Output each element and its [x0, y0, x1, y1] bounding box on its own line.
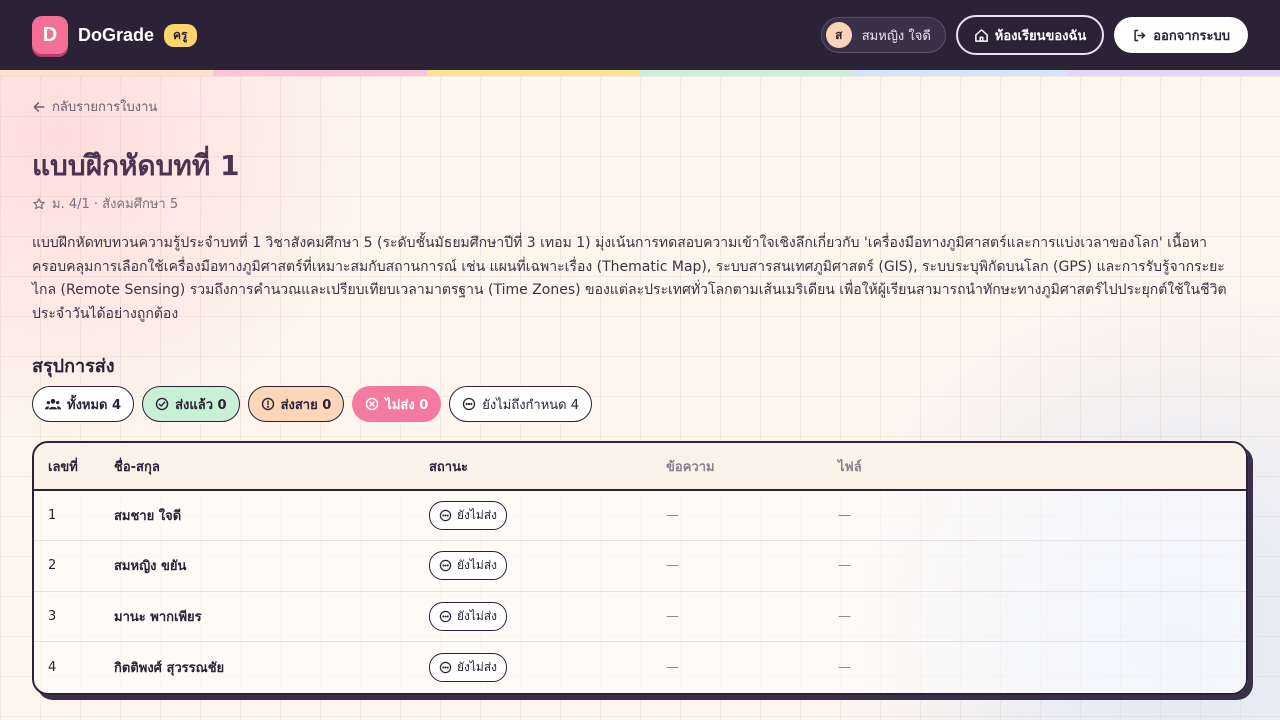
status-badge: ยังไม่ส่ง: [429, 551, 508, 581]
filter-all-chip[interactable]: ทั้งหมด 4: [32, 386, 135, 422]
student-name: กิตติพงศ์ สุวรรณชัย: [114, 660, 225, 676]
home-icon: [974, 28, 989, 43]
row-number: 2: [48, 558, 57, 574]
student-name: มานะ พากเพียร: [114, 609, 202, 625]
status-badge: ยังไม่ส่ง: [429, 601, 508, 631]
check-circle-icon: [155, 397, 169, 411]
user-chip[interactable]: ส สมหญิง ใจดี: [820, 17, 946, 53]
header-file[interactable]: ไฟล์: [838, 443, 1246, 490]
header-message[interactable]: ข้อความ: [666, 443, 838, 490]
rainbow-strip: [0, 70, 1280, 76]
message-cell: —: [666, 608, 679, 624]
star-icon: [32, 197, 46, 211]
status-cell: ยังไม่ส่ง: [429, 642, 666, 693]
rainbow-segment: [213, 70, 427, 76]
file-cell: —: [838, 608, 851, 624]
status-label: ยังไม่ส่ง: [457, 608, 498, 623]
summary-filters: ทั้งหมด 4 ส่งแล้ว 0 ส่งสาย 0 ไม่ส่ง 0 ยั…: [32, 386, 593, 422]
avatar: ส: [825, 22, 852, 48]
logout-icon: [1132, 28, 1147, 43]
assignment-meta-text: ม. 4/1 · สังคมศึกษา 5: [52, 197, 179, 212]
rainbow-segment: [853, 70, 1067, 76]
table-header-row: เลขที่ ชื่อ-สกุล สถานะ ข้อความ ไฟล์: [34, 443, 1246, 490]
file-cell: —: [838, 659, 851, 675]
submissions-table: เลขที่ ชื่อ-สกุล สถานะ ข้อความ ไฟล์ 1 สม…: [34, 443, 1246, 692]
filter-late-chip[interactable]: ส่งสาย 0: [247, 386, 345, 422]
status-badge: ยังไม่ส่ง: [429, 501, 508, 530]
dots-circle-icon: [462, 397, 476, 411]
submissions-table-card: เลขที่ ชื่อ-สกุล สถานะ ข้อความ ไฟล์ 1 สม…: [32, 441, 1248, 695]
header-name[interactable]: ชื่อ-สกุล: [114, 443, 429, 490]
status-cell: ยังไม่ส่ง: [429, 591, 666, 642]
student-name: สมชาย ใจดี: [114, 509, 182, 524]
table-row[interactable]: 1 สมชาย ใจดี ยังไม่ส่ง — —: [34, 490, 1246, 541]
filter-pending-chip[interactable]: ยังไม่ถึงกำหนด 4: [449, 386, 593, 422]
status-cell: ยังไม่ส่ง: [429, 490, 666, 541]
status-label: ยังไม่ส่ง: [457, 558, 498, 573]
my-class-label: ห้องเรียนของฉัน: [994, 28, 1087, 44]
filter-missing-label: ไม่ส่ง 0: [385, 397, 429, 413]
filter-submitted-label: ส่งแล้ว 0: [175, 397, 227, 413]
alert-circle-icon: [261, 397, 275, 411]
dots-circle-icon: [439, 610, 452, 623]
student-name: สมหญิง ขยัน: [114, 559, 187, 575]
message-cell: —: [666, 558, 679, 574]
page-title: แบบฝึกหัดบทที่ 1: [32, 149, 240, 182]
header-status[interactable]: สถานะ: [429, 443, 666, 490]
logout-button[interactable]: ออกจากระบบ: [1114, 17, 1248, 53]
filter-all-label: ทั้งหมด 4: [67, 397, 122, 413]
brand-name: DoGrade: [78, 24, 155, 45]
x-circle-icon: [365, 397, 379, 411]
message-cell: —: [666, 508, 679, 523]
status-badge: ยังไม่ส่ง: [429, 652, 508, 682]
back-label: กลับรายการใบงาน: [52, 100, 158, 115]
arrow-left-icon: [32, 100, 46, 114]
table-row[interactable]: 2 สมหญิง ขยัน ยังไม่ส่ง — —: [34, 541, 1246, 592]
filter-late-label: ส่งสาย 0: [280, 397, 332, 413]
my-class-button[interactable]: ห้องเรียนของฉัน: [955, 15, 1105, 55]
dots-circle-icon: [439, 661, 452, 674]
logout-label: ออกจากระบบ: [1153, 28, 1230, 44]
assignment-description: แบบฝึกหัดทบทวนความรู้ประจำบทที่ 1 วิชาสั…: [32, 235, 1227, 322]
dots-circle-icon: [439, 559, 452, 572]
filter-pending-label: ยังไม่ถึงกำหนด 4: [482, 397, 580, 413]
rainbow-segment: [639, 70, 854, 76]
row-number: 3: [48, 608, 57, 624]
file-cell: —: [838, 508, 851, 523]
status-label: ยังไม่ส่ง: [457, 659, 498, 674]
header-number[interactable]: เลขที่: [34, 443, 114, 490]
table-row[interactable]: 4 กิตติพงศ์ สุวรรณชัย ยังไม่ส่ง — —: [34, 642, 1246, 693]
back-link[interactable]: กลับรายการใบงาน: [32, 96, 157, 117]
row-number: 1: [48, 508, 57, 523]
summary-title: สรุปการส่ง: [32, 356, 115, 377]
status-cell: ยังไม่ส่ง: [429, 541, 666, 592]
table-row[interactable]: 3 มานะ พากเพียร ยังไม่ส่ง — —: [34, 591, 1246, 642]
rainbow-segment: [1066, 70, 1280, 76]
brand[interactable]: D DoGrade ครู: [32, 16, 197, 54]
row-number: 4: [48, 659, 57, 675]
role-badge: ครู: [164, 23, 197, 47]
app-logo: D: [32, 16, 68, 54]
user-name: สมหญิง ใจดี: [861, 28, 931, 44]
top-actions: ส สมหญิง ใจดี ห้องเรียนของฉัน ออกจากระบบ: [820, 15, 1248, 55]
dots-circle-icon: [439, 509, 452, 522]
rainbow-segment: [0, 70, 214, 76]
top-navbar: D DoGrade ครู ส สมหญิง ใจดี ห้องเรียนของ…: [0, 0, 1280, 70]
assignment-meta: ม. 4/1 · สังคมศึกษา 5: [32, 193, 178, 214]
filter-missing-chip[interactable]: ไม่ส่ง 0: [352, 386, 442, 422]
message-cell: —: [666, 659, 679, 675]
status-label: ยังไม่ส่ง: [457, 508, 498, 522]
users-icon: [45, 397, 61, 411]
filter-submitted-chip[interactable]: ส่งแล้ว 0: [142, 386, 240, 422]
file-cell: —: [838, 558, 851, 574]
rainbow-segment: [426, 70, 640, 76]
